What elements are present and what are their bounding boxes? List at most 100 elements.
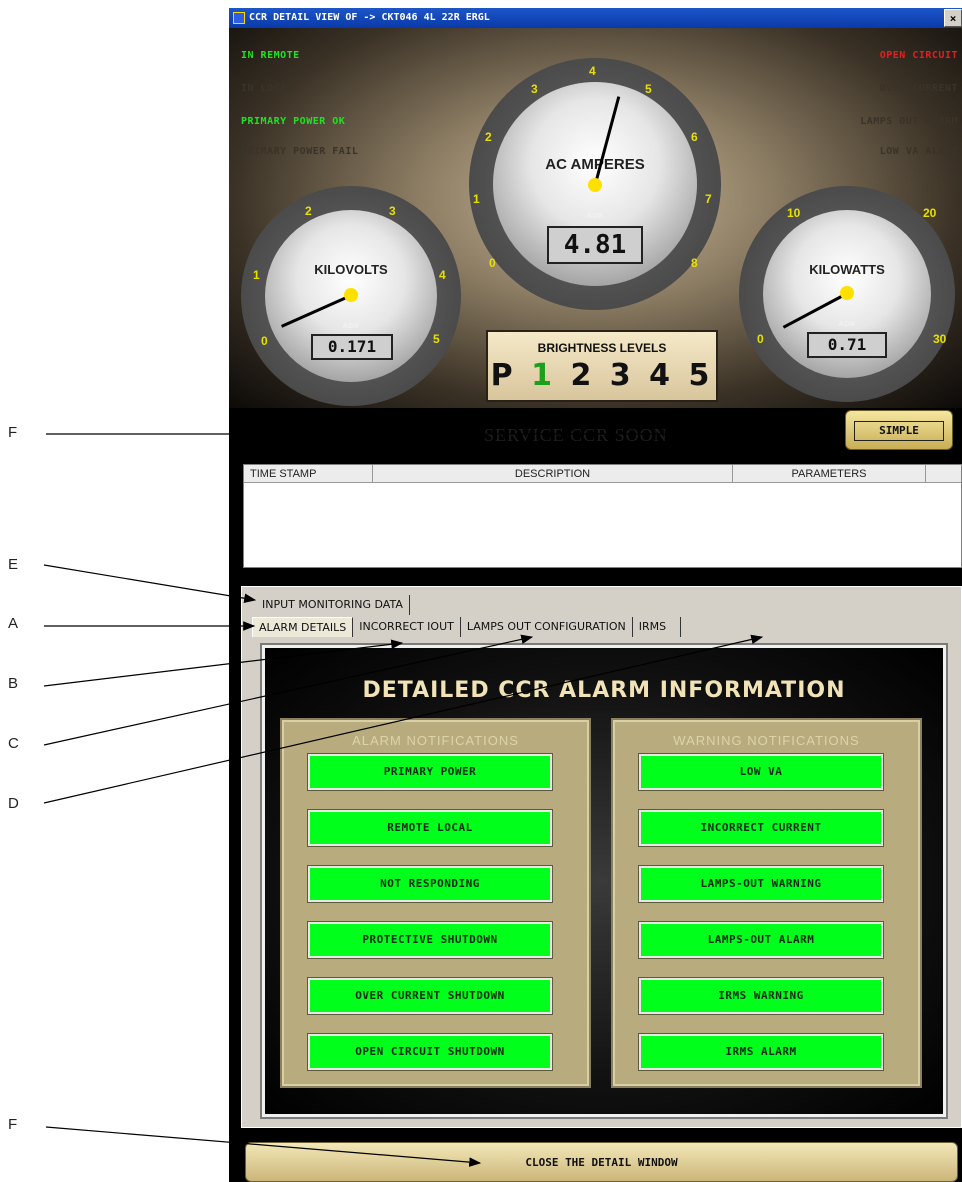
window-close-button[interactable]: × [944, 9, 962, 27]
alarm-over-current-shutdown[interactable]: OVER CURRENT SHUTDOWN [307, 977, 553, 1015]
column-parameters[interactable]: PARAMETERS [733, 465, 926, 482]
kilovolts-tick-1: 1 [253, 268, 260, 282]
window-title: CCR DETAIL VIEW OF -> CKT046 4L 22R ERGL [249, 12, 490, 23]
warning-low-va[interactable]: LOW VA [638, 753, 884, 791]
kilovolts-gauge: KILOVOLTS ADB 0.171 0 1 2 3 4 5 [241, 186, 461, 406]
kilovolts-tick-4: 4 [439, 268, 446, 282]
amperes-gauge: AC AMPERES ADB 4.81 0 1 2 3 4 5 6 7 8 [469, 58, 721, 310]
tab-incorrect-iout[interactable]: INCORRECT IOUT [353, 617, 461, 637]
simple-button-label: SIMPLE [854, 421, 944, 441]
callout-c: C [8, 735, 19, 752]
tab-irms[interactable]: IRMS [632, 617, 682, 637]
alarm-not-responding[interactable]: NOT RESPONDING [307, 865, 553, 903]
kilowatts-tick-30: 30 [933, 332, 947, 346]
amperes-label: AC AMPERES [545, 156, 645, 173]
kilovolts-tick-2: 2 [305, 204, 312, 218]
amperes-tick-7: 7 [705, 192, 712, 206]
amperes-tick-3: 3 [531, 82, 538, 96]
tab-row-bottom: ALARM DETAILS INCORRECT IOUT LAMPS OUT C… [252, 617, 682, 637]
brightness-levels-panel: BRIGHTNESS LEVELS P 1 2 3 4 5 [486, 330, 718, 402]
column-filler [926, 465, 961, 482]
warning-irms-warning[interactable]: IRMS WARNING [638, 977, 884, 1015]
warning-incorrect-current[interactable]: INCORRECT CURRENT [638, 809, 884, 847]
amperes-hub [588, 178, 602, 192]
kilowatts-tick-20: 20 [923, 206, 937, 220]
alarm-panel-title: DETAILED CCR ALARM INFORMATION [362, 678, 846, 703]
column-description[interactable]: DESCRIPTION [373, 465, 733, 482]
simple-button[interactable]: SIMPLE [845, 410, 953, 450]
brightness-level-5[interactable]: 5 [688, 358, 713, 393]
warning-lamps-out-alarm[interactable]: LAMPS-OUT ALARM [638, 921, 884, 959]
callout-f-bottom: F [8, 1116, 18, 1133]
event-log-table[interactable]: TIME STAMP DESCRIPTION PARAMETERS [243, 464, 962, 568]
status-primary-power-ok: PRIMARY POWER OK [241, 116, 346, 127]
amperes-tick-1: 1 [473, 192, 480, 206]
tab-alarm-details[interactable]: ALARM DETAILS [252, 617, 354, 637]
kilowatts-unit-tag: ADB [838, 320, 856, 328]
kilovolts-hub [344, 288, 358, 302]
callout-f-top: F [8, 424, 18, 441]
status-lamps-out-alarm: LAMPS OUT ALARM [860, 116, 958, 127]
tab-input-monitoring-data[interactable]: INPUT MONITORING DATA [256, 595, 410, 615]
amperes-tick-6: 6 [691, 130, 698, 144]
gauge-panel: IN REMOTE IN LOCAL PRIMARY POWER OK PRIM… [229, 28, 962, 408]
callout-b: B [8, 675, 19, 692]
amperes-tick-2: 2 [485, 130, 492, 144]
callout-a: A [8, 615, 19, 632]
alarm-primary-power[interactable]: PRIMARY POWER [307, 753, 553, 791]
kilovolts-readout: 0.171 [311, 334, 393, 360]
kilovolts-dial: KILOVOLTS ADB 0.171 [265, 210, 437, 382]
warning-irms-alarm[interactable]: IRMS ALARM [638, 1033, 884, 1071]
alarm-remote-local[interactable]: REMOTE LOCAL [307, 809, 553, 847]
alarm-open-circuit-shutdown[interactable]: OPEN CIRCUIT SHUTDOWN [307, 1033, 553, 1071]
brightness-level-p[interactable]: P [491, 358, 517, 393]
brightness-level-4[interactable]: 4 [649, 358, 674, 393]
status-primary-power-fail: PRIMARY POWER FAIL [241, 146, 359, 157]
warning-notifications-title: WARNING NOTIFICATIONS [673, 733, 860, 748]
tab-row-top: INPUT MONITORING DATA [256, 595, 410, 615]
status-in-local: IN LOCAL [241, 83, 294, 94]
kilovolts-label: KILOVOLTS [314, 262, 388, 277]
leader-e [43, 564, 257, 603]
brightness-level-selector: P 1 2 3 4 5 [488, 358, 716, 393]
kilovolts-tick-3: 3 [389, 204, 396, 218]
brightness-title: BRIGHTNESS LEVELS [537, 341, 667, 355]
ccr-detail-window: CCR DETAIL VIEW OF -> CKT046 4L 22R ERGL… [229, 8, 962, 1182]
kilowatts-tick-10: 10 [787, 206, 801, 220]
kilovolts-unit-tag: ADB [342, 322, 360, 330]
service-message: SERVICE CCR SOON [484, 425, 668, 445]
column-time-stamp[interactable]: TIME STAMP [244, 465, 373, 482]
kilowatts-dial: KILOWATTS ADB 0.71 [763, 210, 931, 378]
alarm-protective-shutdown[interactable]: PROTECTIVE SHUTDOWN [307, 921, 553, 959]
amperes-unit-tag: ADB [586, 212, 604, 220]
callout-d: D [8, 795, 19, 812]
close-detail-window-button[interactable]: CLOSE THE DETAIL WINDOW [245, 1142, 958, 1182]
amperes-tick-5: 5 [645, 82, 652, 96]
status-over-current: OVER CURRENT [879, 83, 958, 94]
status-open-circuit: OPEN CIRCUIT [879, 50, 958, 61]
kilovolts-tick-5: 5 [433, 332, 440, 346]
kilowatts-label: KILOWATTS [809, 262, 885, 277]
warning-lamps-out-warning[interactable]: LAMPS-OUT WARNING [638, 865, 884, 903]
kilowatts-gauge: KILOWATTS ADB 0.71 0 10 20 30 [739, 186, 955, 402]
app-icon [233, 12, 245, 24]
window-titlebar[interactable]: CCR DETAIL VIEW OF -> CKT046 4L 22R ERGL… [229, 8, 962, 28]
amperes-readout: 4.81 [547, 226, 643, 264]
kilowatts-readout: 0.71 [807, 332, 887, 358]
warning-notifications-column: WARNING NOTIFICATIONS LOW VA INCORRECT C… [611, 718, 922, 1088]
kilowatts-hub [840, 286, 854, 300]
brightness-level-3[interactable]: 3 [610, 358, 635, 393]
event-log-header: TIME STAMP DESCRIPTION PARAMETERS [244, 465, 961, 483]
alarm-notifications-column: ALARM NOTIFICATIONS PRIMARY POWER REMOTE… [280, 718, 591, 1088]
detail-tab-area: INPUT MONITORING DATA ALARM DETAILS INCO… [241, 586, 962, 1128]
amperes-tick-8: 8 [691, 256, 698, 270]
kilovolts-tick-0: 0 [261, 334, 268, 348]
status-low-va-alarm: LOW VA ALARM [879, 146, 958, 157]
brightness-level-1[interactable]: 1 [531, 358, 556, 393]
amperes-dial: AC AMPERES ADB 4.81 [493, 82, 697, 286]
tab-lamps-out-configuration[interactable]: LAMPS OUT CONFIGURATION [460, 617, 633, 637]
status-in-remote: IN REMOTE [241, 50, 300, 61]
brightness-level-2[interactable]: 2 [570, 358, 595, 393]
amperes-tick-4: 4 [589, 64, 596, 78]
callout-e: E [8, 556, 19, 573]
